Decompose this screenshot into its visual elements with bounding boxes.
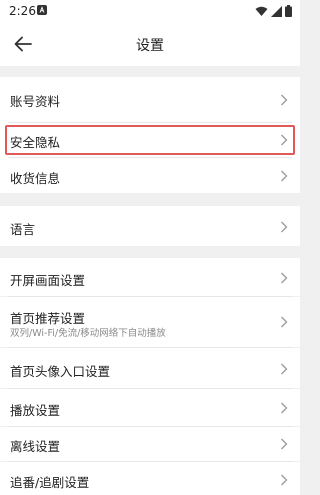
settings-item-home-recommend[interactable]: 首页推荐设置 双列/Wi-Fi/免流/移动网络下自动播放 xyxy=(0,297,300,347)
settings-item-label: 收货信息 xyxy=(10,171,61,186)
settings-item-label: 追番/追剧设置 xyxy=(10,475,90,490)
settings-item-label: 语言 xyxy=(10,222,36,237)
notification-a-icon xyxy=(37,5,47,15)
status-icons xyxy=(255,5,292,17)
settings-item-label: 账号资料 xyxy=(10,94,61,109)
settings-item-account-profile[interactable]: 账号资料 xyxy=(0,77,300,122)
settings-item-label: 首页头像入口设置 xyxy=(10,364,111,379)
settings-item-splash-screen[interactable]: 开屏画面设置 xyxy=(0,258,300,296)
chevron-right-icon xyxy=(281,221,288,233)
chevron-right-icon xyxy=(281,94,288,106)
settings-item-shipping-info[interactable]: 收货信息 xyxy=(0,158,300,193)
settings-item-label: 离线设置 xyxy=(10,439,61,454)
settings-item-language[interactable]: 语言 xyxy=(0,206,300,246)
chevron-right-icon xyxy=(281,170,288,182)
app-bar: 设置 xyxy=(0,22,300,66)
settings-item-security-privacy[interactable]: 安全隐私 xyxy=(0,123,300,157)
battery-icon xyxy=(285,5,292,17)
chevron-right-icon xyxy=(281,316,288,328)
settings-item-playback[interactable]: 播放设置 xyxy=(0,389,300,426)
settings-item-label: 播放设置 xyxy=(10,403,61,418)
settings-item-offline[interactable]: 离线设置 xyxy=(0,427,300,461)
settings-item-follow-series[interactable]: 追番/追剧设置 xyxy=(0,462,300,495)
chevron-right-icon xyxy=(281,134,288,146)
chevron-right-icon xyxy=(281,402,288,414)
chevron-right-icon xyxy=(281,272,288,284)
settings-item-label: 开屏画面设置 xyxy=(10,273,86,288)
chevron-right-icon xyxy=(281,474,288,486)
settings-item-home-avatar-entry[interactable]: 首页头像入口设置 xyxy=(0,348,300,388)
cell-signal-icon xyxy=(271,5,282,17)
settings-item-subtitle: 双列/Wi-Fi/免流/移动网络下自动播放 xyxy=(10,328,166,339)
settings-item-label: 安全隐私 xyxy=(10,135,61,150)
wifi-icon xyxy=(255,6,268,16)
status-time: 2:26 xyxy=(9,4,36,18)
page-title: 设置 xyxy=(136,38,164,54)
status-bar: 2:26 xyxy=(0,0,300,22)
chevron-right-icon xyxy=(281,363,288,375)
chevron-right-icon xyxy=(281,438,288,450)
